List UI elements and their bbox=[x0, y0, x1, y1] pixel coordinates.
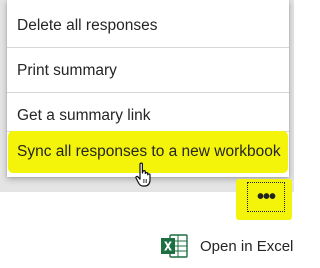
open-in-excel-link[interactable]: Open in Excel bbox=[160, 233, 293, 259]
menu-item-delete-all-responses[interactable]: Delete all responses bbox=[7, 16, 289, 36]
open-in-excel-label: Open in Excel bbox=[200, 237, 294, 255]
hand-pointer-cursor-icon bbox=[135, 162, 151, 187]
menu-item-print-summary[interactable]: Print summary bbox=[7, 61, 289, 81]
more-options-icon: ••• bbox=[256, 185, 276, 208]
menu-item-label: Print summary bbox=[17, 62, 117, 79]
menu-divider bbox=[7, 47, 289, 48]
menu-divider bbox=[7, 92, 289, 93]
menu-item-label: Sync all responses to a new workbook bbox=[17, 143, 281, 160]
menu-item-label: Delete all responses bbox=[17, 17, 158, 34]
menu-divider bbox=[7, 131, 289, 132]
more-options-menu: Delete all responses Print summary Get a… bbox=[7, 0, 289, 177]
more-options-button[interactable]: ••• bbox=[247, 182, 285, 212]
menu-item-label: Get a summary link bbox=[17, 107, 151, 124]
menu-item-get-summary-link[interactable]: Get a summary link bbox=[7, 106, 289, 126]
excel-icon bbox=[161, 234, 188, 258]
